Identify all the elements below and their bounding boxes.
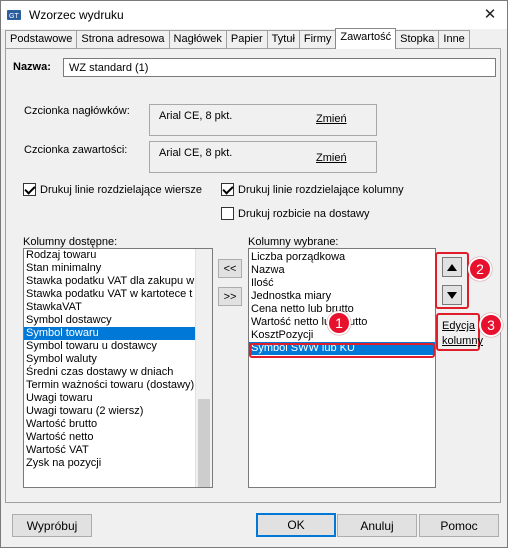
cancel-button[interactable]: Anuluj — [337, 514, 417, 537]
content-font-value: Arial CE, 8 pkt. — [159, 147, 233, 159]
callout-badge-2: 2 — [468, 257, 492, 281]
list-item[interactable]: Liczba porządkowa — [249, 251, 435, 264]
list-item[interactable]: Nazwa — [249, 264, 435, 277]
column-lines-checkbox-row[interactable]: Drukuj linie rozdzielające kolumny — [221, 183, 404, 196]
row-lines-checkbox-row[interactable]: Drukuj linie rozdzielające wiersze — [23, 183, 202, 196]
tab-naglowek[interactable]: Nagłówek — [168, 30, 227, 49]
name-label: Nazwa: — [13, 61, 51, 73]
callout-badge-3: 3 — [479, 313, 503, 337]
selected-columns-items: Liczba porządkowa Nazwa Ilość Jednostka mia… — [249, 249, 435, 355]
list-item[interactable]: StawkaVAT — [24, 301, 212, 314]
tab-stopka[interactable]: Stopka — [395, 30, 440, 49]
content-font-change-link[interactable]: Zmień — [316, 152, 347, 164]
add-column-button[interactable]: >> — [218, 287, 242, 306]
list-item[interactable]: Stan minimalny — [24, 262, 212, 275]
callout-badge-1: 1 — [327, 311, 351, 335]
tab-strona-adresowa[interactable]: Strona adresowa — [76, 30, 170, 49]
list-item[interactable]: Symbol dostawcy — [24, 314, 212, 327]
list-item[interactable]: Symbol towaru — [24, 327, 212, 340]
name-input-value: WZ standard (1) — [69, 62, 149, 74]
move-down-button[interactable] — [442, 285, 462, 305]
triangle-up-icon — [447, 263, 457, 271]
dialog-window: GT Wzorzec wydruku ✕ Podstawowe Strona a… — [0, 0, 508, 548]
move-up-button[interactable] — [442, 257, 462, 277]
preview-button[interactable]: Wypróbuj — [12, 514, 92, 537]
window-title: Wzorzec wydruku — [29, 8, 124, 22]
available-columns-list[interactable]: Rodzaj towaru Stan minimalny Stawka podatk… — [23, 248, 213, 488]
tab-inne[interactable]: Inne — [438, 30, 470, 49]
tab-bar: Podstawowe Strona adresowa Nagłówek Papi… — [5, 28, 470, 49]
scrollbar-thumb[interactable] — [198, 399, 210, 487]
help-button[interactable]: Pomoc — [419, 514, 499, 537]
list-item[interactable]: Termin ważności towaru (dostawy) — [24, 379, 212, 392]
list-item[interactable]: Jednostka miary — [249, 290, 435, 303]
list-item[interactable]: Zysk na pozycji — [24, 457, 212, 470]
header-font-label: Czcionka nagłówków: — [24, 105, 130, 117]
tab-firmy[interactable]: Firmy — [298, 30, 337, 49]
triangle-down-icon — [447, 291, 457, 299]
tab-papier[interactable]: Papier — [225, 30, 268, 49]
selected-row-highlight — [249, 343, 435, 358]
tab-tytul[interactable]: Tytuł — [266, 30, 300, 49]
available-columns-items: Rodzaj towaru Stan minimalny Stawka podatk… — [24, 249, 212, 470]
tab-panel-zawartosc: Nazwa: WZ standard (1) Czcionka nagłówkó… — [5, 48, 503, 503]
split-deliveries-checkbox-row[interactable]: Drukuj rozbicie na dostawy — [221, 207, 369, 220]
close-icon[interactable]: ✕ — [481, 6, 499, 24]
list-item[interactable]: Uwagi towaru — [24, 392, 212, 405]
split-deliveries-label: Drukuj rozbicie na dostawy — [238, 207, 370, 220]
tab-zawartosc[interactable]: Zawartość — [335, 28, 397, 49]
list-item[interactable]: Ilość — [249, 277, 435, 290]
title-bar: GT Wzorzec wydruku ✕ — [1, 1, 507, 29]
list-item[interactable]: Wartość netto — [24, 431, 212, 444]
list-item[interactable]: Średni czas dostawy w dniach — [24, 366, 212, 379]
row-lines-label: Drukuj linie rozdzielające wiersze — [40, 183, 203, 196]
list-item[interactable]: Symbol towaru u dostawcy — [24, 340, 212, 353]
header-font-change-link[interactable]: Zmień — [316, 113, 347, 125]
printer-template-icon: GT — [7, 10, 21, 20]
list-item[interactable]: Wartość VAT — [24, 444, 212, 457]
column-lines-checkbox[interactable] — [221, 183, 234, 196]
column-lines-label: Drukuj linie rozdzielające kolumny — [238, 183, 404, 196]
list-item[interactable]: Wartość brutto — [24, 418, 212, 431]
svg-text:GT: GT — [9, 13, 19, 20]
available-columns-label: Kolumny dostępne: — [23, 236, 118, 248]
list-item[interactable]: Uwagi towaru (2 wiersz) — [24, 405, 212, 418]
name-input[interactable]: WZ standard (1) — [63, 58, 496, 77]
list-item[interactable]: Rodzaj towaru — [24, 249, 212, 262]
selected-columns-label: Kolumny wybrane: — [248, 236, 339, 248]
list-item[interactable]: Stawka podatku VAT dla zakupu w — [24, 275, 212, 288]
row-lines-checkbox[interactable] — [23, 183, 36, 196]
available-columns-scrollbar[interactable] — [195, 249, 212, 487]
ok-button[interactable]: OK — [256, 513, 336, 537]
list-item[interactable]: Stawka podatku VAT w kartotece t — [24, 288, 212, 301]
remove-column-button[interactable]: << — [218, 259, 242, 278]
content-font-label: Czcionka zawartości: — [24, 144, 128, 156]
split-deliveries-checkbox[interactable] — [221, 207, 234, 220]
header-font-box: Arial CE, 8 pkt. Zmień — [149, 104, 377, 136]
tab-podstawowe[interactable]: Podstawowe — [5, 30, 78, 49]
header-font-value: Arial CE, 8 pkt. — [159, 110, 233, 122]
edit-column-link[interactable]: Edycja kolumny — [442, 319, 483, 349]
selected-columns-list[interactable]: Liczba porządkowa Nazwa Ilość Jednostka mia… — [248, 248, 436, 488]
content-font-box: Arial CE, 8 pkt. Zmień — [149, 141, 377, 173]
list-item[interactable]: Symbol waluty — [24, 353, 212, 366]
